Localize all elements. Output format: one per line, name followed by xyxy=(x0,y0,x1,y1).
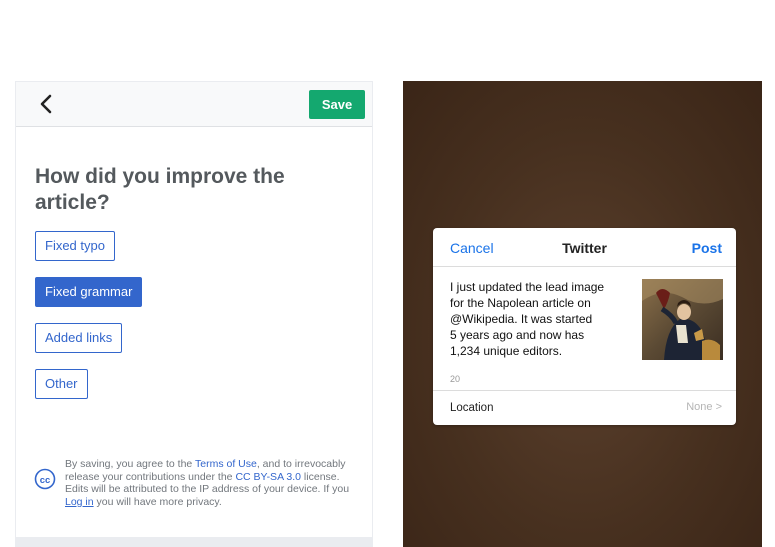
location-row[interactable]: Location None > xyxy=(433,390,736,425)
cancel-button[interactable]: Cancel xyxy=(450,240,494,256)
toolbar: Save xyxy=(16,82,372,127)
share-sheet-header: Cancel Twitter Post xyxy=(433,228,736,267)
location-label: Location xyxy=(450,402,494,414)
post-button[interactable]: Post xyxy=(692,240,722,256)
log-in-link[interactable]: Log in xyxy=(65,496,94,508)
tweet-text-field[interactable]: I just updated the lead image for the Na… xyxy=(450,279,620,359)
back-chevron-icon[interactable] xyxy=(36,93,58,115)
edit-summary-panel: Save How did you improve the article? Fi… xyxy=(15,81,373,547)
creative-commons-icon: cc xyxy=(34,468,56,490)
choice-added-links[interactable]: Added links xyxy=(35,323,123,353)
license-notice: By saving, you agree to the Terms of Use… xyxy=(65,458,361,508)
cc-by-sa-link[interactable]: CC BY-SA 3.0 xyxy=(235,471,301,483)
save-button[interactable]: Save xyxy=(309,90,365,119)
choice-fixed-grammar[interactable]: Fixed grammar xyxy=(35,277,143,307)
summary-question: How did you improve the article? xyxy=(35,165,285,214)
location-value: None > xyxy=(686,401,722,413)
license-text: By saving, you agree to the Terms of Use… xyxy=(65,458,346,483)
napoleon-portrait-image xyxy=(642,279,723,360)
choice-other[interactable]: Other xyxy=(35,369,88,399)
share-background: Cancel Twitter Post I just updated the l… xyxy=(403,81,762,547)
footer-divider xyxy=(16,537,372,547)
character-count: 20 xyxy=(450,374,461,384)
terms-of-use-link[interactable]: Terms of Use xyxy=(195,458,257,470)
svg-text:cc: cc xyxy=(40,475,51,486)
twitter-share-sheet: Cancel Twitter Post I just updated the l… xyxy=(433,228,736,425)
ip-notice: Edits will be attributed to the IP addre… xyxy=(65,483,350,508)
choice-fixed-typo[interactable]: Fixed typo xyxy=(35,231,115,261)
